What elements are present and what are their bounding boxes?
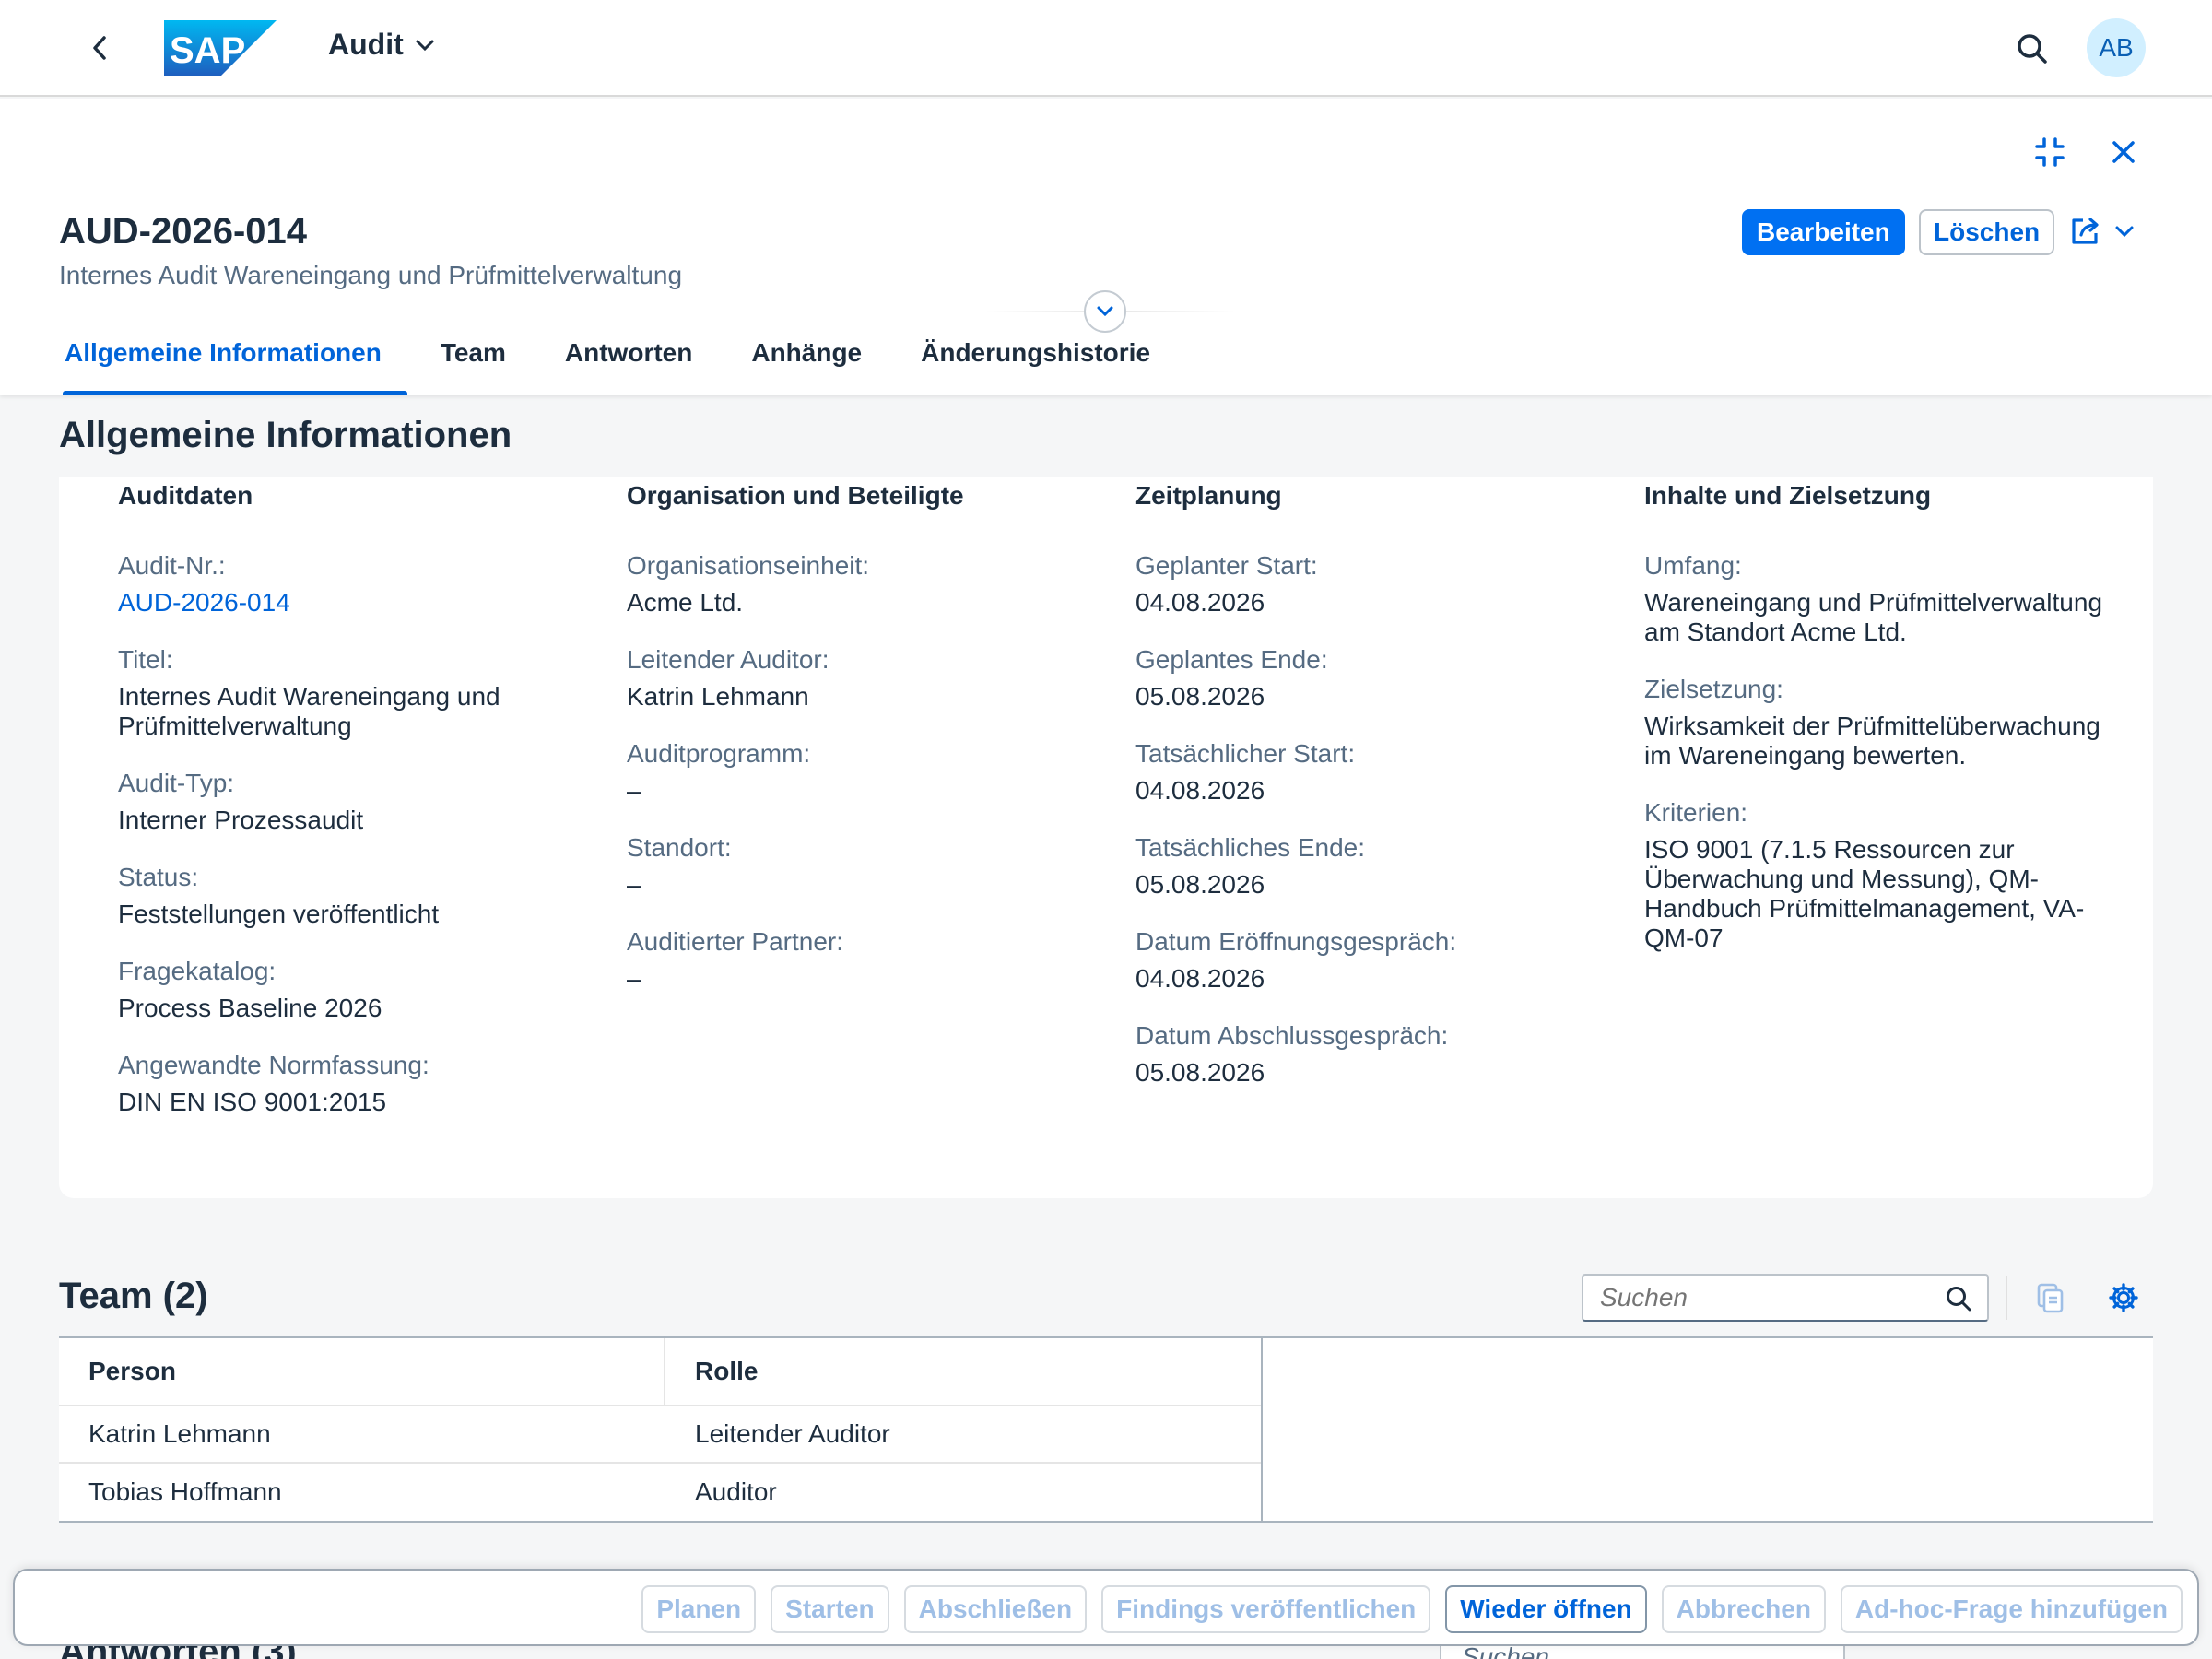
settings-button[interactable]: [2105, 1279, 2142, 1316]
field-opening-meeting: Datum Eröffnungsgespräch: 04.08.2026: [1135, 927, 1457, 993]
tab-general[interactable]: Allgemeine Informationen: [59, 331, 411, 395]
tab-attachments[interactable]: Anhänge: [722, 331, 891, 395]
column-heading: Organisation und Beteiligte: [627, 481, 964, 510]
page-subtitle: Internes Audit Wareneingang und Prüfmitt…: [59, 261, 683, 289]
add-adhoc-question-button[interactable]: Ad-hoc-Frage hinzufügen: [1840, 1585, 2183, 1633]
column-audit-data: Auditdaten Audit-Nr.: AUD-2026-014 Titel…: [118, 481, 579, 1145]
team-table: Person Rolle Katrin Lehmann Leitender Au…: [59, 1336, 2153, 1523]
toolbar-separator: [2006, 1276, 2007, 1320]
team-table-grid: Person Rolle Katrin Lehmann Leitender Au…: [59, 1338, 1263, 1521]
section-title-general: Allgemeine Informationen: [59, 415, 512, 455]
gear-icon: [2109, 1283, 2138, 1312]
share-icon: [2072, 218, 2099, 244]
field-scope: Umfang: Wareneingang und Prüfmittelverwa…: [1644, 551, 2103, 646]
copy-button[interactable]: [2031, 1279, 2068, 1316]
object-page-header: AUD-2026-014 Internes Audit Wareneingang…: [0, 99, 2212, 395]
cancel-button[interactable]: Abbrechen: [1661, 1585, 1826, 1633]
audit-number-link[interactable]: AUD-2026-014: [118, 588, 579, 618]
delete-button[interactable]: Löschen: [1919, 209, 2055, 255]
column-header-person[interactable]: Person: [59, 1338, 665, 1405]
field-title: Titel: Internes Audit Wareneingang und P…: [118, 645, 500, 740]
search-icon: [2018, 34, 2047, 64]
shell-search-button[interactable]: [2015, 31, 2050, 66]
exit-fullscreen-icon: [2035, 137, 2065, 167]
field-org-unit: Organisationseinheit: Acme Ltd.: [627, 551, 870, 617]
field-lead-auditor: Leitender Auditor: Katrin Lehmann: [627, 645, 830, 711]
cell-person: Katrin Lehmann: [88, 1419, 271, 1448]
cell-role: Leitender Auditor: [695, 1419, 890, 1448]
chevron-down-icon: [1097, 306, 1113, 317]
column-schedule: Zeitplanung Geplanter Start: 04.08.2026 …: [1135, 481, 1596, 1115]
field-actual-end: Tatsächliches Ende: 05.08.2026: [1135, 833, 1366, 899]
field-closing-meeting: Datum Abschlussgespräch: 05.08.2026: [1135, 1021, 1449, 1087]
publish-findings-button[interactable]: Findings veröffentlichen: [1101, 1585, 1431, 1633]
table-header-row: Person Rolle: [59, 1338, 1261, 1406]
tab-team[interactable]: Team: [411, 331, 535, 395]
field-criteria: Kriterien: ISO 9001 (7.1.5 Ressourcen zu…: [1644, 798, 2085, 952]
column-header-role[interactable]: Rolle: [665, 1338, 1261, 1405]
sap-logo[interactable]: SAP: [164, 20, 276, 76]
field-standard-version: Angewandte Normfassung: DIN EN ISO 9001:…: [118, 1051, 429, 1116]
footer-actions: Planen Starten Abschließen Findings verö…: [641, 1585, 2183, 1633]
avatar[interactable]: AB: [2087, 18, 2146, 77]
page-title: AUD-2026-014: [59, 211, 308, 252]
shell-bar: SAP Audit AB: [0, 0, 2212, 97]
cell-person: Tobias Hoffmann: [88, 1477, 282, 1506]
svg-text:SAP: SAP: [170, 30, 245, 71]
footer-toolbar: Planen Starten Abschließen Findings verö…: [13, 1569, 2199, 1646]
section-title-team: Team (2): [59, 1276, 208, 1316]
column-heading: Auditdaten: [118, 481, 253, 510]
field-audited-partner: Auditierter Partner: –: [627, 927, 843, 993]
field-objective: Zielsetzung: Wirksamkeit der Prüfmittelü…: [1644, 675, 2100, 770]
field-audit-program: Auditprogramm: –: [627, 739, 811, 805]
field-questionnaire: Fragekatalog: Process Baseline 2026: [118, 957, 382, 1022]
table-row[interactable]: Katrin Lehmann Leitender Auditor: [59, 1406, 1261, 1464]
cell-role: Auditor: [695, 1477, 777, 1506]
reopen-button[interactable]: Wieder öffnen: [1445, 1585, 1647, 1633]
chevron-down-icon: [416, 40, 434, 51]
team-search-input[interactable]: [1600, 1276, 1932, 1320]
edit-button[interactable]: Bearbeiten: [1742, 209, 1905, 255]
close-icon: [2112, 141, 2135, 163]
field-planned-start: Geplanter Start: 04.08.2026: [1135, 551, 1318, 617]
field-planned-end: Geplantes Ende: 05.08.2026: [1135, 645, 1328, 711]
plan-button[interactable]: Planen: [641, 1585, 757, 1633]
close-button[interactable]: [2105, 134, 2142, 171]
exit-fullscreen-button[interactable]: [2031, 134, 2068, 171]
column-content: Inhalte und Zielsetzung Umfang: Warenein…: [1644, 481, 2105, 981]
tab-history[interactable]: Änderungshistorie: [891, 331, 1180, 395]
app-title-menu[interactable]: Audit: [328, 28, 435, 62]
chevron-left-icon: [93, 36, 106, 60]
tab-bar: Allgemeine Informationen Team Antworten …: [59, 331, 1180, 395]
field-audit-number: Audit-Nr.: AUD-2026-014: [118, 551, 579, 618]
table-row[interactable]: Tobias Hoffmann Auditor: [59, 1464, 1261, 1521]
field-audit-type: Audit-Typ: Interner Prozessaudit: [118, 769, 364, 834]
search-icon[interactable]: [1945, 1285, 1972, 1317]
back-button[interactable]: [83, 31, 116, 65]
app-title: Audit: [328, 28, 404, 61]
field-status: Status: Feststellungen veröffentlicht: [118, 863, 440, 928]
tab-answers[interactable]: Antworten: [535, 331, 722, 395]
copy-icon: [2037, 1283, 2064, 1313]
field-location: Standort: –: [627, 833, 732, 899]
column-heading: Inhalte und Zielsetzung: [1644, 481, 1932, 510]
share-menu-button[interactable]: [2068, 215, 2135, 248]
chevron-down-icon: [2115, 226, 2134, 238]
complete-button[interactable]: Abschließen: [903, 1585, 1088, 1633]
column-heading: Zeitplanung: [1135, 481, 1282, 510]
column-organisation: Organisation und Beteiligte Organisation…: [627, 481, 1088, 1021]
team-search-field[interactable]: [1582, 1274, 1989, 1322]
start-button[interactable]: Starten: [771, 1585, 889, 1633]
collapse-header-button[interactable]: [1084, 290, 1126, 333]
field-actual-start: Tatsächlicher Start: 04.08.2026: [1135, 739, 1356, 805]
